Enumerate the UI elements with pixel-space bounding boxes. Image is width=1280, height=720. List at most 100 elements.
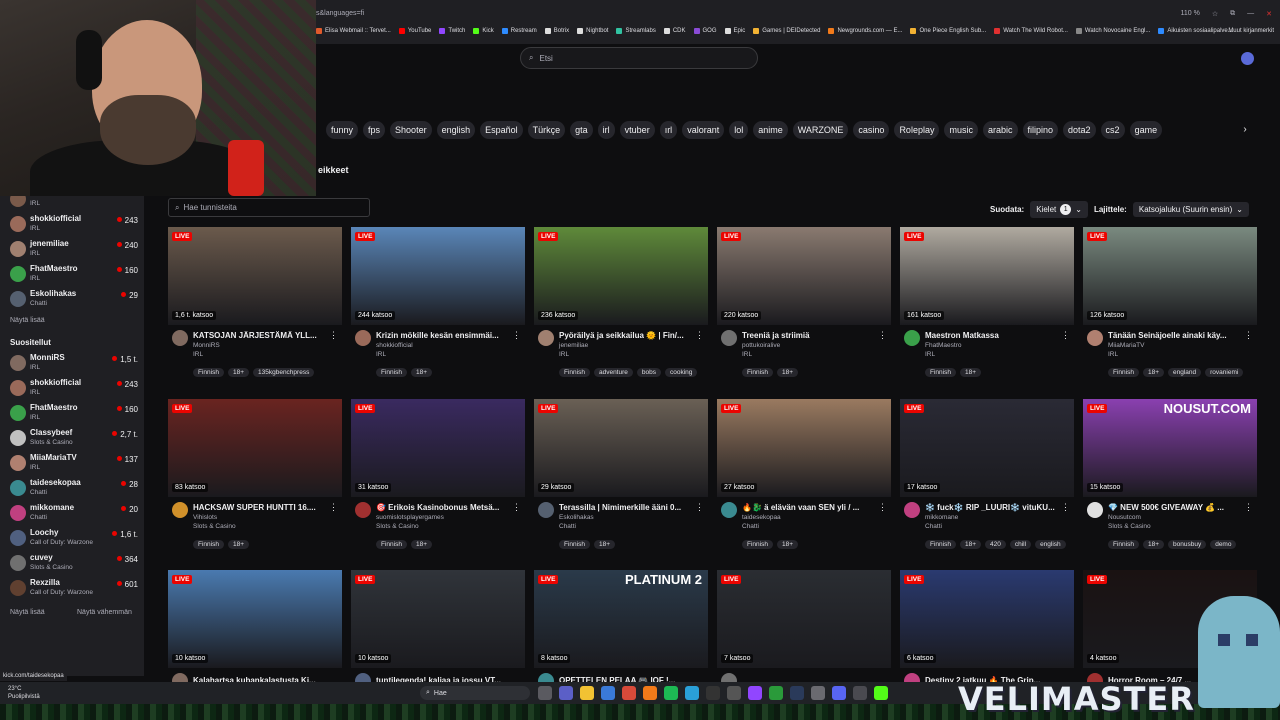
tag-chip[interactable]: Shooter — [390, 121, 432, 139]
stream-tag[interactable]: 18+ — [776, 540, 798, 549]
sidebar-channel[interactable]: taidesekopaa Chatti 28 — [8, 477, 138, 499]
stream-tag[interactable]: 18+ — [227, 540, 249, 549]
stream-tag[interactable]: 135kgbenchpress — [253, 368, 315, 377]
stream-card[interactable]: LIVE 7 katsoo — [717, 570, 891, 689]
stream-category[interactable]: Slots & Casino — [1108, 523, 1151, 530]
profile-avatar[interactable] — [1241, 52, 1254, 65]
tag-chip[interactable]: cs2 — [1100, 121, 1125, 139]
twitch-icon[interactable] — [748, 686, 762, 700]
settings-icon[interactable] — [811, 686, 825, 700]
more-options-icon[interactable]: ⋮ — [329, 330, 338, 341]
windows-search[interactable]: ⌕ Hae — [420, 686, 530, 700]
stream-tag[interactable]: Finnish — [559, 368, 590, 377]
stream-card[interactable]: LIVE 8 katsoo PLATINUM 2 OPETTELEN PELAA 🎮 … — [534, 570, 708, 689]
stream-tag[interactable]: demo — [1210, 540, 1237, 549]
channel-name[interactable]: shokkiofficial — [376, 342, 413, 349]
obs-icon[interactable] — [727, 686, 741, 700]
sidebar-channel[interactable]: Classybeef Slots & Casino 2,7 t. — [8, 427, 138, 449]
stream-thumbnail[interactable]: LIVE 220 katsoo — [717, 227, 891, 325]
stream-tag[interactable]: 18+ — [410, 368, 432, 377]
stream-tag[interactable]: Finnish — [376, 540, 407, 549]
tag-chip[interactable]: gta — [570, 121, 593, 139]
bookmark-item[interactable]: Newgrounds.com — E... — [828, 28, 902, 34]
stream-title[interactable]: Maestron Matkassa — [925, 331, 1057, 340]
sidebar-channel[interactable]: FhatMaestro IRL 160 — [8, 263, 138, 285]
task-view-icon[interactable] — [538, 686, 552, 700]
bookmark-item[interactable]: Twitch — [439, 28, 465, 34]
terminal-icon[interactable] — [706, 686, 720, 700]
more-options-icon[interactable]: ⋮ — [1244, 502, 1253, 513]
stream-tag[interactable]: 18+ — [227, 368, 249, 377]
bookmark-item[interactable]: Epic — [724, 28, 745, 34]
stream-tag[interactable]: 18+ — [776, 368, 798, 377]
stream-tag[interactable]: cooking — [665, 368, 698, 377]
more-options-icon[interactable]: ⋮ — [695, 502, 704, 513]
bookmark-item[interactable]: Elisa Webmail :: Tervet... — [316, 28, 391, 34]
bookmark-item[interactable]: Botrix — [544, 28, 569, 34]
stream-tag[interactable]: Finnish — [742, 368, 773, 377]
avatar[interactable] — [1087, 502, 1103, 518]
tag-search-field[interactable]: ⌕ Hae tunnisteita — [168, 198, 370, 217]
stream-tag[interactable]: adventure — [593, 368, 633, 377]
sidebar-channel[interactable]: mikkomane Chatti 20 — [8, 502, 138, 524]
tag-chip[interactable]: casino — [853, 121, 890, 139]
tag-chip[interactable]: english — [436, 121, 476, 139]
stream-category[interactable]: Chatti — [925, 523, 942, 530]
channel-name[interactable]: Eskolihakas — [559, 514, 594, 521]
more-options-icon[interactable]: ⋮ — [695, 330, 704, 341]
stream-title[interactable]: HACKSAW SUPER HUNTTI 16.... — [193, 503, 325, 512]
channel-name[interactable]: suomislotsplayergames — [376, 514, 444, 521]
show-less-button[interactable]: Näytä vähemmän — [77, 609, 132, 616]
xbox-icon[interactable] — [769, 686, 783, 700]
close-icon[interactable]: ✕ — [1266, 10, 1272, 18]
avatar[interactable] — [904, 502, 920, 518]
stream-tag[interactable]: 18+ — [593, 540, 615, 549]
stream-tag[interactable]: 18+ — [410, 540, 432, 549]
stream-thumbnail[interactable]: LIVE 31 katsoo — [351, 399, 525, 497]
channel-name[interactable]: Vihislots — [193, 514, 217, 521]
avatar[interactable] — [904, 330, 920, 346]
stream-thumbnail[interactable]: LIVE 10 katsoo — [168, 570, 342, 668]
stream-tag[interactable]: 18+ — [1142, 540, 1164, 549]
stream-thumbnail[interactable]: LIVE 6 katsoo — [900, 570, 1074, 668]
show-more-recommended[interactable]: Näytä lisää — [10, 609, 45, 616]
stream-category[interactable]: IRL — [193, 351, 203, 358]
stream-tag[interactable]: Finnish — [925, 368, 956, 377]
tag-chip[interactable]: ırl — [659, 121, 678, 139]
stream-thumbnail[interactable]: LIVE 161 katsoo — [900, 227, 1074, 325]
bookmark-item[interactable]: One Piece English Sub... — [910, 28, 986, 34]
tag-chip[interactable]: funny — [326, 121, 359, 139]
stream-thumbnail[interactable]: LIVE 236 katsoo — [534, 227, 708, 325]
stream-thumbnail[interactable]: LIVE 244 katsoo — [351, 227, 525, 325]
star-icon[interactable]: ☆ — [1212, 10, 1218, 18]
tag-chip[interactable]: valorant — [682, 121, 725, 139]
chevron-right-icon[interactable]: › — [1236, 121, 1254, 139]
file-explorer-icon[interactable] — [580, 686, 594, 700]
store-icon[interactable] — [601, 686, 615, 700]
channel-name[interactable]: Nousutcom — [1108, 514, 1141, 521]
tag-chip[interactable]: music — [944, 121, 978, 139]
stream-tag[interactable]: Finnish — [376, 368, 407, 377]
bookmark-item[interactable]: Watch The Wild Robot... — [994, 28, 1068, 34]
avatar[interactable] — [1087, 330, 1103, 346]
tag-chip[interactable]: vtuber — [619, 121, 655, 139]
more-options-icon[interactable]: ⋮ — [1061, 330, 1070, 341]
stream-tag[interactable]: Finnish — [193, 368, 224, 377]
tag-chip[interactable]: filipino — [1022, 121, 1059, 139]
stream-tag[interactable]: Finnish — [193, 540, 224, 549]
more-options-icon[interactable]: ⋮ — [878, 330, 887, 341]
stream-tag[interactable]: bonusbuy — [1168, 540, 1207, 549]
bookmark-item[interactable]: Watch Novocaine Engl... — [1075, 28, 1150, 34]
stream-thumbnail[interactable]: LIVE 15 katsoo NOUSUT.COM — [1083, 399, 1257, 497]
stream-card[interactable]: LIVE 17 katsoo ❄️ fuck❄️ RIP _LUURI❄️ vitu… — [900, 399, 1074, 559]
stream-thumbnail[interactable]: LIVE 29 katsoo — [534, 399, 708, 497]
tag-chip[interactable]: Türkçe — [527, 121, 566, 139]
show-more-followed[interactable]: Näytä lisää — [10, 317, 45, 324]
stream-card[interactable]: LIVE 220 katsoo Treeniä ja striimiä ⋮ pottuk… — [717, 227, 891, 387]
stream-title[interactable]: Tänään Seinäjoelle ainaki käy... — [1108, 331, 1240, 340]
more-options-icon[interactable]: ⋮ — [878, 502, 887, 513]
stream-title[interactable]: 🔥🐉 ä elävän vaan SEN yli / ... — [742, 503, 874, 512]
stream-thumbnail[interactable]: LIVE 10 katsoo — [351, 570, 525, 668]
stream-category[interactable]: Slots & Casino — [193, 523, 236, 530]
spotify-icon[interactable] — [664, 686, 678, 700]
